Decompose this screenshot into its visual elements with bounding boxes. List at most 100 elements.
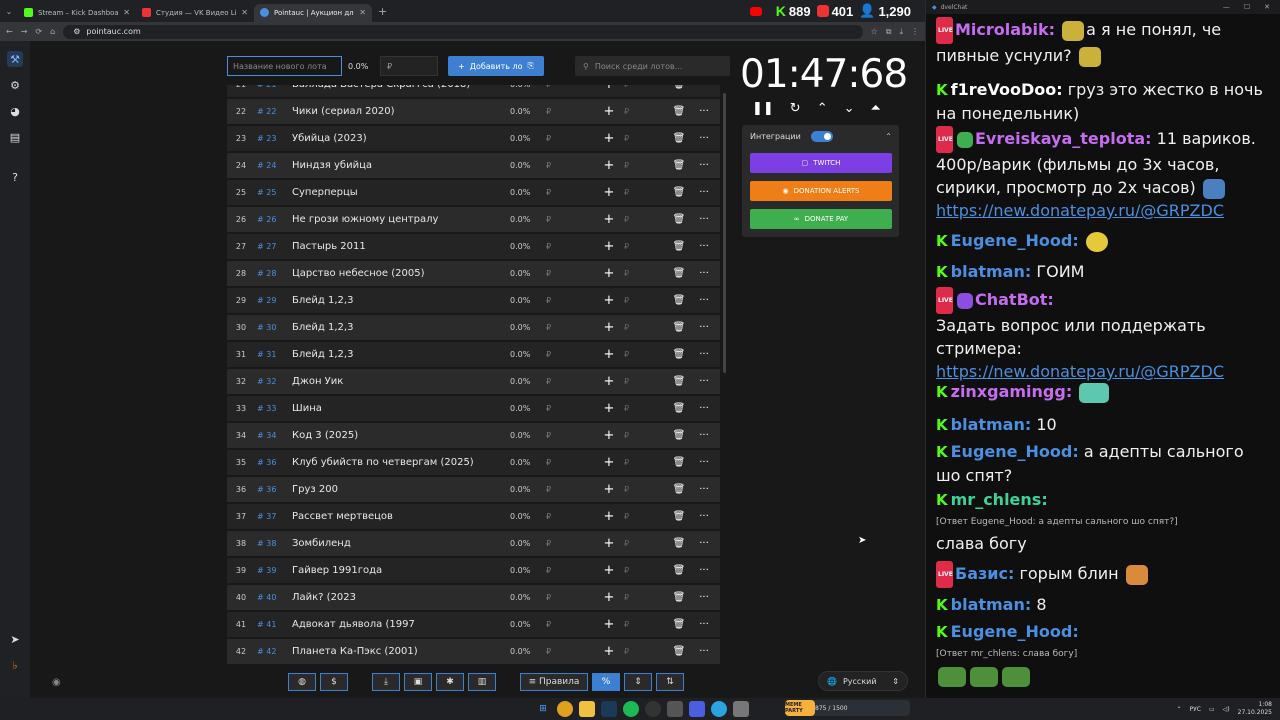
add-lot-button[interactable]: + Добавить ло ⎘ xyxy=(448,56,544,76)
dollar-icon[interactable]: $ xyxy=(320,673,348,691)
meme-party-widget[interactable]: MEME PARTY 875 / 1500 xyxy=(785,700,910,716)
more-icon[interactable]: ··· xyxy=(690,457,718,468)
bug-icon[interactable]: ✱ xyxy=(436,673,464,691)
app-icon[interactable] xyxy=(667,701,683,717)
add-amount-button[interactable]: + xyxy=(600,104,618,119)
chat-nick[interactable]: ChatBot: xyxy=(975,290,1054,309)
donate-link[interactable]: https://new.donatepay.ru/@GRPZDC xyxy=(936,201,1224,220)
help-icon[interactable]: ? xyxy=(7,169,23,185)
lot-id[interactable]: # 21 xyxy=(255,85,292,89)
add-amount-button[interactable]: + xyxy=(600,455,618,470)
lot-amount-input[interactable]: ₽ xyxy=(540,593,600,602)
lot-extra-input[interactable]: ₽ xyxy=(618,404,668,413)
scrollbar[interactable] xyxy=(723,93,726,373)
tab-search-icon[interactable]: ⌄ xyxy=(0,2,18,20)
trash-icon[interactable]: 🗑 xyxy=(668,133,690,144)
obs-icon[interactable] xyxy=(645,701,661,717)
lot-amount-input[interactable]: ₽ xyxy=(540,296,600,305)
chevron-up-icon[interactable]: ⌃ xyxy=(1177,706,1182,713)
volume-icon[interactable]: ◁) xyxy=(1223,706,1230,713)
chat-nick[interactable]: Базис: xyxy=(955,564,1014,583)
lot-amount-input[interactable]: ₽ xyxy=(540,566,600,575)
lot-id[interactable]: # 39 xyxy=(255,566,292,575)
trash-icon[interactable]: 🗑 xyxy=(668,349,690,360)
shuffle-icon[interactable]: ⇕ xyxy=(624,673,652,691)
add-amount-button[interactable]: + xyxy=(600,85,618,92)
language-indicator[interactable]: РУС xyxy=(1190,706,1201,713)
add-amount-button[interactable]: + xyxy=(600,320,618,335)
lot-amount-input[interactable]: ₽ xyxy=(540,323,600,332)
lot-id[interactable]: # 32 xyxy=(255,377,292,386)
more-icon[interactable]: ··· xyxy=(690,295,718,306)
sort-icon[interactable]: ⇅ xyxy=(656,673,684,691)
add-amount-button[interactable]: + xyxy=(600,617,618,632)
trash-icon[interactable]: 🗑 xyxy=(668,85,690,90)
media-icon[interactable] xyxy=(689,701,705,717)
lot-amount-input[interactable]: ₽ xyxy=(540,85,600,89)
lot-name[interactable]: Адвокат дьявола (1997 xyxy=(292,619,510,630)
url-field[interactable]: ⚙ pointauc.com xyxy=(63,24,863,39)
lot-name[interactable]: Джон Уик xyxy=(292,376,510,387)
lot-extra-input[interactable]: ₽ xyxy=(618,350,668,359)
chevron-down-icon[interactable]: ⌄ xyxy=(844,101,855,116)
trash-icon[interactable]: 🗑 xyxy=(668,457,690,468)
more-icon[interactable]: ··· xyxy=(690,160,718,171)
more-icon[interactable]: ··· xyxy=(690,619,718,630)
more-icon[interactable]: ··· xyxy=(690,565,718,576)
lot-name[interactable]: Блейд 1,2,3 xyxy=(292,295,510,306)
trash-icon[interactable]: 🗑 xyxy=(668,268,690,279)
add-amount-button[interactable]: + xyxy=(600,590,618,605)
chat-nick[interactable]: blatman: xyxy=(951,415,1032,434)
trash-icon[interactable]: 🗑 xyxy=(668,403,690,414)
lot-id[interactable]: # 42 xyxy=(255,647,292,656)
auction-icon[interactable]: ⚒ xyxy=(7,51,23,67)
percent-button[interactable]: % xyxy=(592,673,620,691)
lot-id[interactable]: # 24 xyxy=(255,161,292,170)
lot-id[interactable]: # 33 xyxy=(255,404,292,413)
add-amount-button[interactable]: + xyxy=(600,428,618,443)
add-amount-button[interactable]: + xyxy=(600,374,618,389)
trash-icon[interactable]: 🗑 xyxy=(668,214,690,225)
donate-icon[interactable]: ♭ xyxy=(7,657,23,673)
trash-icon[interactable]: 🗑 xyxy=(668,619,690,630)
lot-name[interactable]: Планета Ка-Пэкс (2001) xyxy=(292,646,510,657)
lot-name[interactable]: Зомбиленд xyxy=(292,538,510,549)
trash-icon[interactable]: 🗑 xyxy=(668,565,690,576)
chat-nick[interactable]: Microlabik: xyxy=(955,20,1055,39)
tab-vk[interactable]: Студия — VK Видео Live ✕ xyxy=(136,4,254,22)
chat-nick[interactable]: Eugene_Hood: xyxy=(951,231,1079,250)
lot-id[interactable]: # 25 xyxy=(255,188,292,197)
lot-extra-input[interactable]: ₽ xyxy=(618,323,668,332)
double-chevron-up-icon[interactable]: ⏶ xyxy=(871,101,881,116)
lot-name[interactable]: Гайвер 1991года xyxy=(292,565,510,576)
more-icon[interactable]: ··· xyxy=(690,484,718,495)
add-amount-button[interactable]: + xyxy=(600,158,618,173)
add-amount-button[interactable]: + xyxy=(600,563,618,578)
lot-name[interactable]: Баллада Бастера Скраггса (2018) xyxy=(292,85,510,90)
lot-name[interactable]: Не грози южному централу xyxy=(292,214,510,225)
lot-extra-input[interactable]: ₽ xyxy=(618,85,668,89)
bookmark-icon[interactable]: ☆ xyxy=(871,27,878,36)
lot-name[interactable]: Груз 200 xyxy=(292,484,510,495)
new-tab-icon[interactable]: + xyxy=(372,5,393,18)
lot-amount-input[interactable]: ₽ xyxy=(540,512,600,521)
donate-link[interactable]: https://new.donatepay.ru/@GRPZDC xyxy=(936,362,1224,381)
lot-name[interactable]: Чики (сериал 2020) xyxy=(292,106,510,117)
lot-name[interactable]: Клуб убийств по четвергам (2025) xyxy=(292,457,510,468)
trash-icon[interactable]: 🗑 xyxy=(668,295,690,306)
chat-nick[interactable]: Evreiskaya_teplota: xyxy=(975,129,1152,148)
chat-nick[interactable]: f1reVooDoo: xyxy=(951,80,1063,99)
lot-id[interactable]: # 31 xyxy=(255,350,292,359)
add-amount-button[interactable]: + xyxy=(600,347,618,362)
lot-id[interactable]: # 36 xyxy=(255,458,292,467)
lot-name[interactable]: Блейд 1,2,3 xyxy=(292,349,510,360)
lot-id[interactable]: # 30 xyxy=(255,323,292,332)
more-icon[interactable]: ··· xyxy=(690,85,718,90)
lot-id[interactable]: # 29 xyxy=(255,296,292,305)
lot-id[interactable]: # 40 xyxy=(255,593,292,602)
lot-amount-input[interactable]: ₽ xyxy=(540,134,600,143)
more-icon[interactable]: ··· xyxy=(690,322,718,333)
lot-name[interactable]: Царство небесное (2005) xyxy=(292,268,510,279)
lot-extra-input[interactable]: ₽ xyxy=(618,296,668,305)
more-icon[interactable]: ··· xyxy=(690,187,718,198)
